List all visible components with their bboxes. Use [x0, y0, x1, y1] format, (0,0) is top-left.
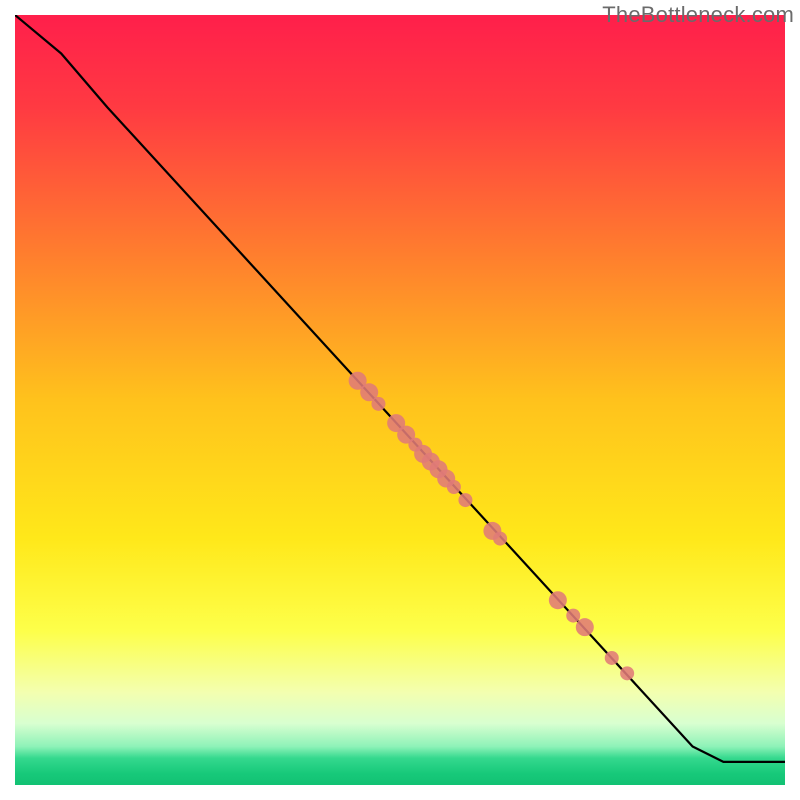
chart-stage: TheBottleneck.com — [0, 0, 800, 800]
data-point — [447, 480, 461, 494]
scatter-series — [15, 15, 785, 785]
data-point — [566, 609, 580, 623]
data-point — [620, 666, 634, 680]
data-point — [576, 618, 594, 636]
watermark-label: TheBottleneck.com — [602, 2, 794, 28]
data-point — [493, 532, 507, 546]
data-point — [605, 651, 619, 665]
data-point — [458, 493, 472, 507]
data-point — [371, 397, 385, 411]
plot-area — [15, 15, 785, 785]
data-point — [549, 591, 567, 609]
